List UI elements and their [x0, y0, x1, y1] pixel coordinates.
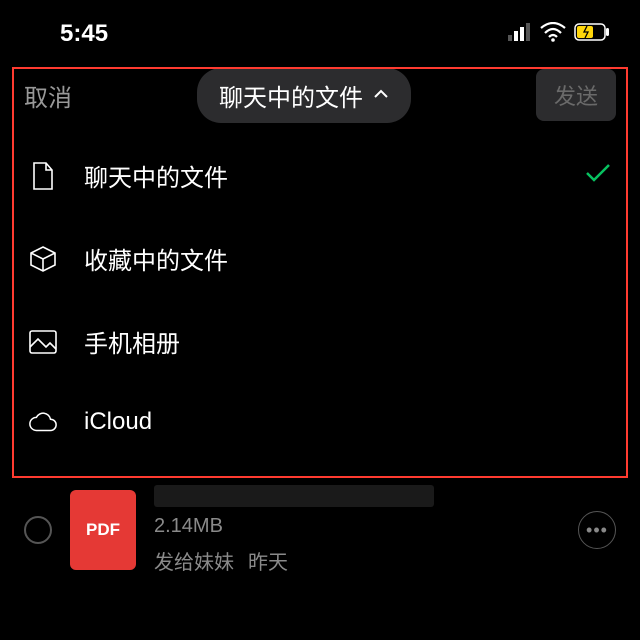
status-bar: 5:45: [0, 0, 640, 60]
dropdown-item-label: 手机相册: [84, 324, 612, 359]
select-radio[interactable]: [24, 516, 52, 544]
dropdown-item-favorites[interactable]: 收藏中的文件: [0, 217, 640, 300]
source-selector-label: 聊天中的文件: [219, 78, 363, 113]
check-icon: [584, 162, 612, 189]
photo-icon: [28, 327, 58, 357]
status-icons: [508, 22, 610, 47]
source-dropdown: 聊天中的文件 收藏中的文件 手机相册 iCloud: [0, 130, 640, 465]
file-row[interactable]: PDF 2.14MB 发给妹妹 昨天 •••: [18, 475, 622, 585]
file-name-redacted: [154, 485, 434, 507]
battery-icon: [574, 23, 610, 46]
file-meta: 发给妹妹 昨天: [154, 546, 560, 575]
source-selector[interactable]: 聊天中的文件: [197, 68, 411, 123]
dropdown-item-icloud[interactable]: iCloud: [0, 383, 640, 461]
signal-icon: [508, 23, 532, 46]
file-sent-when: 昨天: [248, 546, 288, 575]
dropdown-item-label: 聊天中的文件: [84, 158, 558, 193]
file-type-badge: PDF: [70, 490, 136, 570]
dropdown-item-label: iCloud: [84, 408, 612, 436]
send-button[interactable]: 发送: [536, 69, 616, 121]
dropdown-item-photos[interactable]: 手机相册: [0, 300, 640, 383]
nav-bar: 取消 聊天中的文件 发送: [0, 60, 640, 130]
file-sent-to: 发给妹妹: [154, 546, 234, 575]
chevron-up-icon: [373, 86, 389, 104]
ellipsis-icon: •••: [586, 520, 608, 541]
dropdown-item-label: 收藏中的文件: [84, 241, 612, 276]
file-icon: [28, 161, 58, 191]
cloud-icon: [28, 407, 58, 437]
more-button[interactable]: •••: [578, 511, 616, 549]
cube-icon: [28, 244, 58, 274]
status-time: 5:45: [60, 20, 108, 48]
wifi-icon: [540, 22, 566, 47]
file-info: 2.14MB 发给妹妹 昨天: [154, 485, 560, 575]
file-list: PDF 2.14MB 发给妹妹 昨天 •••: [0, 465, 640, 595]
cancel-button[interactable]: 取消: [24, 78, 72, 113]
dropdown-item-chat-files[interactable]: 聊天中的文件: [0, 134, 640, 217]
file-size: 2.14MB: [154, 515, 560, 538]
